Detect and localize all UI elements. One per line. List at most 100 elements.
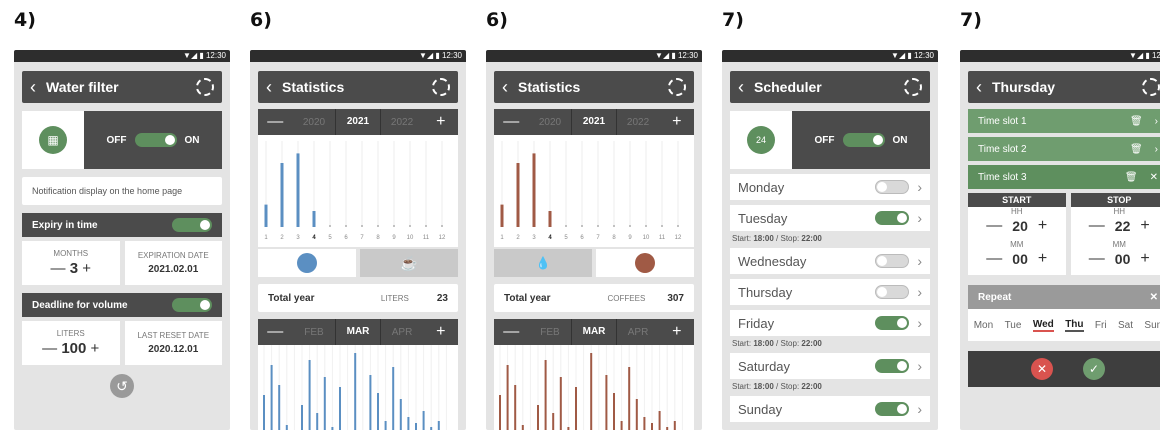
weekday-thu[interactable]: Thu xyxy=(1065,319,1084,332)
time-slot-3[interactable]: Time slot 3 🗑 ✕ xyxy=(968,165,1160,189)
time-slot-1[interactable]: Time slot 1 🗑 › xyxy=(968,109,1160,133)
day-switch[interactable] xyxy=(875,180,910,194)
expiry-switch[interactable] xyxy=(172,218,212,232)
back-icon[interactable]: ‹ xyxy=(738,78,744,96)
plus-button[interactable]: + xyxy=(1038,250,1047,268)
water-tab[interactable]: 💧 xyxy=(494,249,592,277)
month-prev[interactable]: FEB xyxy=(528,327,571,338)
water-tab[interactable] xyxy=(258,249,356,277)
weekday-wed[interactable]: Wed xyxy=(1032,319,1054,332)
day-row[interactable]: Saturday › xyxy=(730,353,930,379)
water-drop-icon xyxy=(297,253,317,273)
empty-point xyxy=(409,225,411,227)
month-chart xyxy=(258,345,458,430)
day-row[interactable]: Thursday › xyxy=(730,279,930,305)
prev-year-button[interactable]: — xyxy=(494,113,528,131)
plus-button[interactable]: + xyxy=(82,260,91,277)
deadline-switch[interactable] xyxy=(172,298,212,312)
chevron-right-icon[interactable]: › xyxy=(917,358,922,374)
day-switch[interactable] xyxy=(875,254,910,268)
day-switch[interactable] xyxy=(875,316,910,330)
day-switch[interactable] xyxy=(875,211,910,225)
day-row[interactable]: Friday › xyxy=(730,310,930,336)
gear-icon[interactable] xyxy=(904,78,922,96)
day-switch[interactable] xyxy=(875,402,910,416)
back-icon[interactable]: ‹ xyxy=(30,78,36,96)
notification-row[interactable]: Notification display on the home page xyxy=(22,177,222,205)
chevron-right-icon[interactable]: › xyxy=(1155,144,1158,155)
close-icon[interactable]: ✕ xyxy=(1150,172,1158,183)
gear-icon[interactable] xyxy=(1142,78,1160,96)
year-next[interactable]: 2022 xyxy=(617,117,660,128)
next-month-button[interactable]: + xyxy=(660,323,694,341)
minus-button[interactable]: — xyxy=(42,340,57,357)
minus-button[interactable]: — xyxy=(986,217,1002,235)
next-month-button[interactable]: + xyxy=(424,323,458,341)
month-next[interactable]: APR xyxy=(617,327,660,338)
day-switch[interactable] xyxy=(875,359,910,373)
confirm-icon[interactable]: ✓ xyxy=(1083,358,1105,380)
gear-icon[interactable] xyxy=(432,78,450,96)
chevron-right-icon[interactable]: › xyxy=(917,284,922,300)
coffee-tab[interactable]: ☕ xyxy=(360,249,458,277)
weekday-tue[interactable]: Tue xyxy=(1005,320,1022,331)
day-row[interactable]: Sunday › xyxy=(730,396,930,422)
chevron-right-icon[interactable]: › xyxy=(917,401,922,417)
year-current[interactable]: 2021 xyxy=(571,109,617,135)
month-current[interactable]: MAR xyxy=(571,319,617,345)
year-current[interactable]: 2021 xyxy=(335,109,381,135)
month-current[interactable]: MAR xyxy=(335,319,381,345)
trash-icon[interactable]: 🗑 xyxy=(1130,144,1143,155)
day-row[interactable]: Monday › xyxy=(730,174,930,200)
x-tick: 1 xyxy=(264,235,268,241)
plus-button[interactable]: + xyxy=(1140,217,1149,235)
month-next[interactable]: APR xyxy=(381,327,424,338)
chevron-right-icon[interactable]: › xyxy=(917,253,922,269)
weekday-sun[interactable]: Sun xyxy=(1144,320,1160,331)
time-slot-2[interactable]: Time slot 2 🗑 › xyxy=(968,137,1160,161)
trash-icon[interactable]: 🗑 xyxy=(1125,172,1138,183)
filter-toggle[interactable]: OFF ON xyxy=(84,111,222,169)
day-row[interactable]: Tuesday › xyxy=(730,205,930,231)
scheduler-toggle[interactable]: OFF ON xyxy=(792,111,930,169)
back-icon[interactable]: ‹ xyxy=(976,78,982,96)
weekday-sat[interactable]: Sat xyxy=(1118,320,1133,331)
next-year-button[interactable]: + xyxy=(660,113,694,131)
year-prev[interactable]: 2020 xyxy=(292,117,335,128)
filter-switch[interactable] xyxy=(134,133,177,147)
empty-point xyxy=(425,225,427,227)
trash-icon[interactable]: 🗑 xyxy=(1130,116,1143,127)
chevron-right-icon[interactable]: › xyxy=(1155,116,1158,127)
day-row[interactable]: Wednesday › xyxy=(730,248,930,274)
prev-month-button[interactable]: — xyxy=(258,323,292,341)
chevron-right-icon[interactable]: › xyxy=(917,315,922,331)
back-icon[interactable]: ‹ xyxy=(266,78,272,96)
gear-icon[interactable] xyxy=(196,78,214,96)
minus-button[interactable]: — xyxy=(1089,250,1105,268)
minus-button[interactable]: — xyxy=(1089,217,1105,235)
prev-month-button[interactable]: — xyxy=(494,323,528,341)
gear-icon[interactable] xyxy=(668,78,686,96)
plus-button[interactable]: + xyxy=(91,340,100,357)
scheduler-switch[interactable] xyxy=(842,133,885,147)
coffee-tab[interactable] xyxy=(596,249,694,277)
month-prev[interactable]: FEB xyxy=(292,327,335,338)
close-icon[interactable]: ✕ xyxy=(1150,292,1158,303)
chevron-right-icon[interactable]: › xyxy=(917,210,922,226)
reset-icon[interactable]: ↺ xyxy=(110,374,134,398)
next-year-button[interactable]: + xyxy=(424,113,458,131)
day-switch[interactable] xyxy=(875,285,910,299)
year-next[interactable]: 2022 xyxy=(381,117,424,128)
minus-button[interactable]: — xyxy=(986,250,1002,268)
start-label: START xyxy=(968,193,1066,207)
back-icon[interactable]: ‹ xyxy=(502,78,508,96)
cancel-icon[interactable]: ✕ xyxy=(1031,358,1053,380)
minus-button[interactable]: — xyxy=(51,260,66,277)
weekday-fri[interactable]: Fri xyxy=(1095,320,1107,331)
plus-button[interactable]: + xyxy=(1140,250,1149,268)
prev-year-button[interactable]: — xyxy=(258,113,292,131)
weekday-mon[interactable]: Mon xyxy=(974,320,993,331)
plus-button[interactable]: + xyxy=(1038,217,1047,235)
chevron-right-icon[interactable]: › xyxy=(917,179,922,195)
year-prev[interactable]: 2020 xyxy=(528,117,571,128)
